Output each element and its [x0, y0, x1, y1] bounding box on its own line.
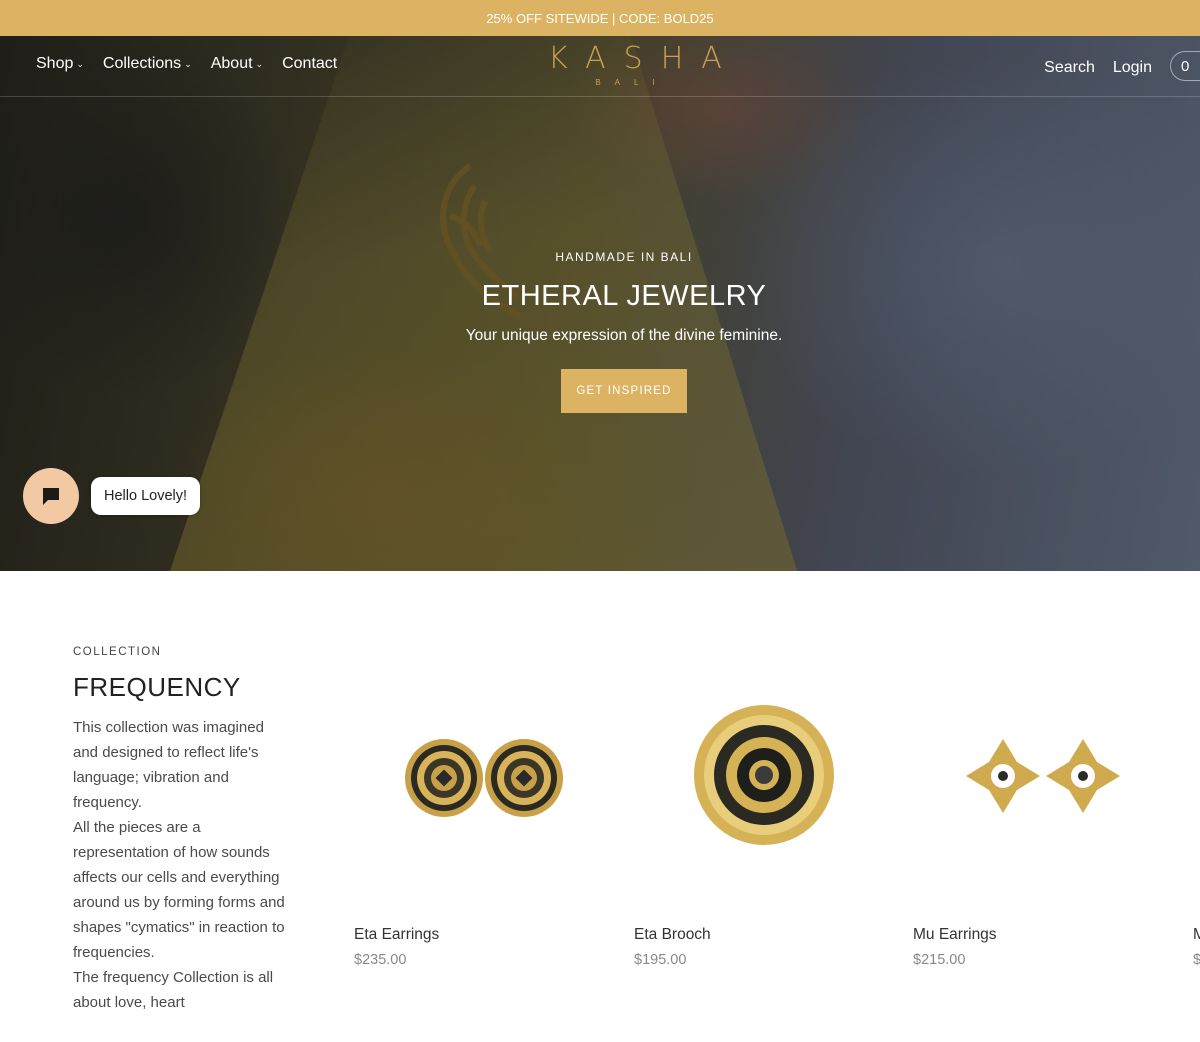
nav-contact-label: Contact [282, 55, 338, 72]
utility-nav: Search Login 0 [1026, 51, 1200, 81]
site-header: Shop ⌄ Collections ⌄ About ⌄ Contact KAS… [0, 36, 1200, 97]
product-price: $ [1193, 952, 1200, 968]
cart-count: 0 [1181, 57, 1190, 75]
collection-paragraph: The frequency Collection is all about lo… [73, 969, 274, 1011]
product-card-mu-earrings[interactable]: Mu Earrings $215.00 [913, 690, 1173, 968]
login-label: Login [1112, 59, 1152, 76]
product-price: $215.00 [913, 952, 966, 968]
hero-eyebrow: HANDMADE IN BALI [555, 250, 693, 264]
chevron-down-icon: ⌄ [76, 58, 84, 69]
chat-bubble-icon [43, 488, 59, 505]
hero-content: HANDMADE IN BALI ETHERAL JEWELRY Your un… [424, 250, 824, 413]
nav-about[interactable]: About ⌄ [211, 55, 263, 73]
search-label: Search [1044, 59, 1095, 76]
product-card-eta-earrings[interactable]: Eta Earrings $235.00 [354, 690, 614, 968]
login-link[interactable]: Login [1113, 59, 1152, 77]
cart-button[interactable]: 0 [1170, 51, 1200, 81]
nav-contact[interactable]: Contact [282, 55, 337, 73]
product-name[interactable]: M [1193, 926, 1200, 944]
nav-collections-label: Collections [102, 55, 182, 72]
product-image[interactable] [634, 690, 894, 870]
nav-shop-label: Shop [36, 55, 74, 72]
collection-description: This collection was imagined and designe… [73, 715, 288, 1015]
collection-intro: COLLECTION FREQUENCY This collection was… [73, 646, 288, 1015]
main-nav: Shop ⌄ Collections ⌄ About ⌄ Contact [36, 55, 356, 73]
nav-about-label: About [210, 55, 253, 72]
mu-earrings-image [966, 739, 1120, 813]
announcement-text: 25% OFF SITEWIDE | CODE: BOLD25 [486, 10, 714, 26]
collection-title: FREQUENCY [73, 672, 241, 702]
announcement-bar: 25% OFF SITEWIDE | CODE: BOLD25 [0, 0, 1200, 36]
collection-paragraph: All the pieces are a representation of h… [73, 819, 285, 961]
nav-shop[interactable]: Shop ⌄ [36, 55, 84, 73]
collection-paragraph: This collection was imagined and designe… [73, 719, 264, 811]
chat-greeting[interactable]: Hello Lovely! [91, 477, 201, 515]
product-name[interactable]: Eta Brooch [634, 926, 711, 944]
product-image[interactable] [913, 690, 1173, 870]
site-logo[interactable]: KASHA BALI [530, 41, 740, 88]
chevron-down-icon: ⌄ [255, 58, 264, 69]
hero-subtitle: Your unique expression of the divine fem… [465, 327, 783, 344]
product-price: $235.00 [354, 952, 407, 968]
hero-title: ETHERAL JEWELRY [481, 280, 767, 312]
logo-wordmark: KASHA [548, 41, 740, 76]
get-inspired-button[interactable]: GET INSPIRED [561, 369, 687, 413]
product-image[interactable] [354, 690, 614, 870]
chat-greeting-text: Hello Lovely! [104, 488, 188, 504]
product-card-eta-brooch[interactable]: Eta Brooch $195.00 [634, 690, 894, 968]
product-name[interactable]: Eta Earrings [354, 926, 439, 944]
logo-subtitle: BALI [595, 78, 669, 87]
product-price: $195.00 [634, 952, 687, 968]
eta-brooch-image [694, 705, 834, 845]
collection-eyebrow: COLLECTION [73, 646, 162, 658]
chevron-down-icon: ⌄ [184, 58, 192, 69]
product-name[interactable]: Mu Earrings [913, 926, 997, 944]
search-link[interactable]: Search [1044, 59, 1095, 77]
nav-collections[interactable]: Collections ⌄ [103, 55, 192, 73]
chat-launcher-button[interactable] [23, 468, 79, 524]
eta-earrings-image [405, 739, 563, 817]
